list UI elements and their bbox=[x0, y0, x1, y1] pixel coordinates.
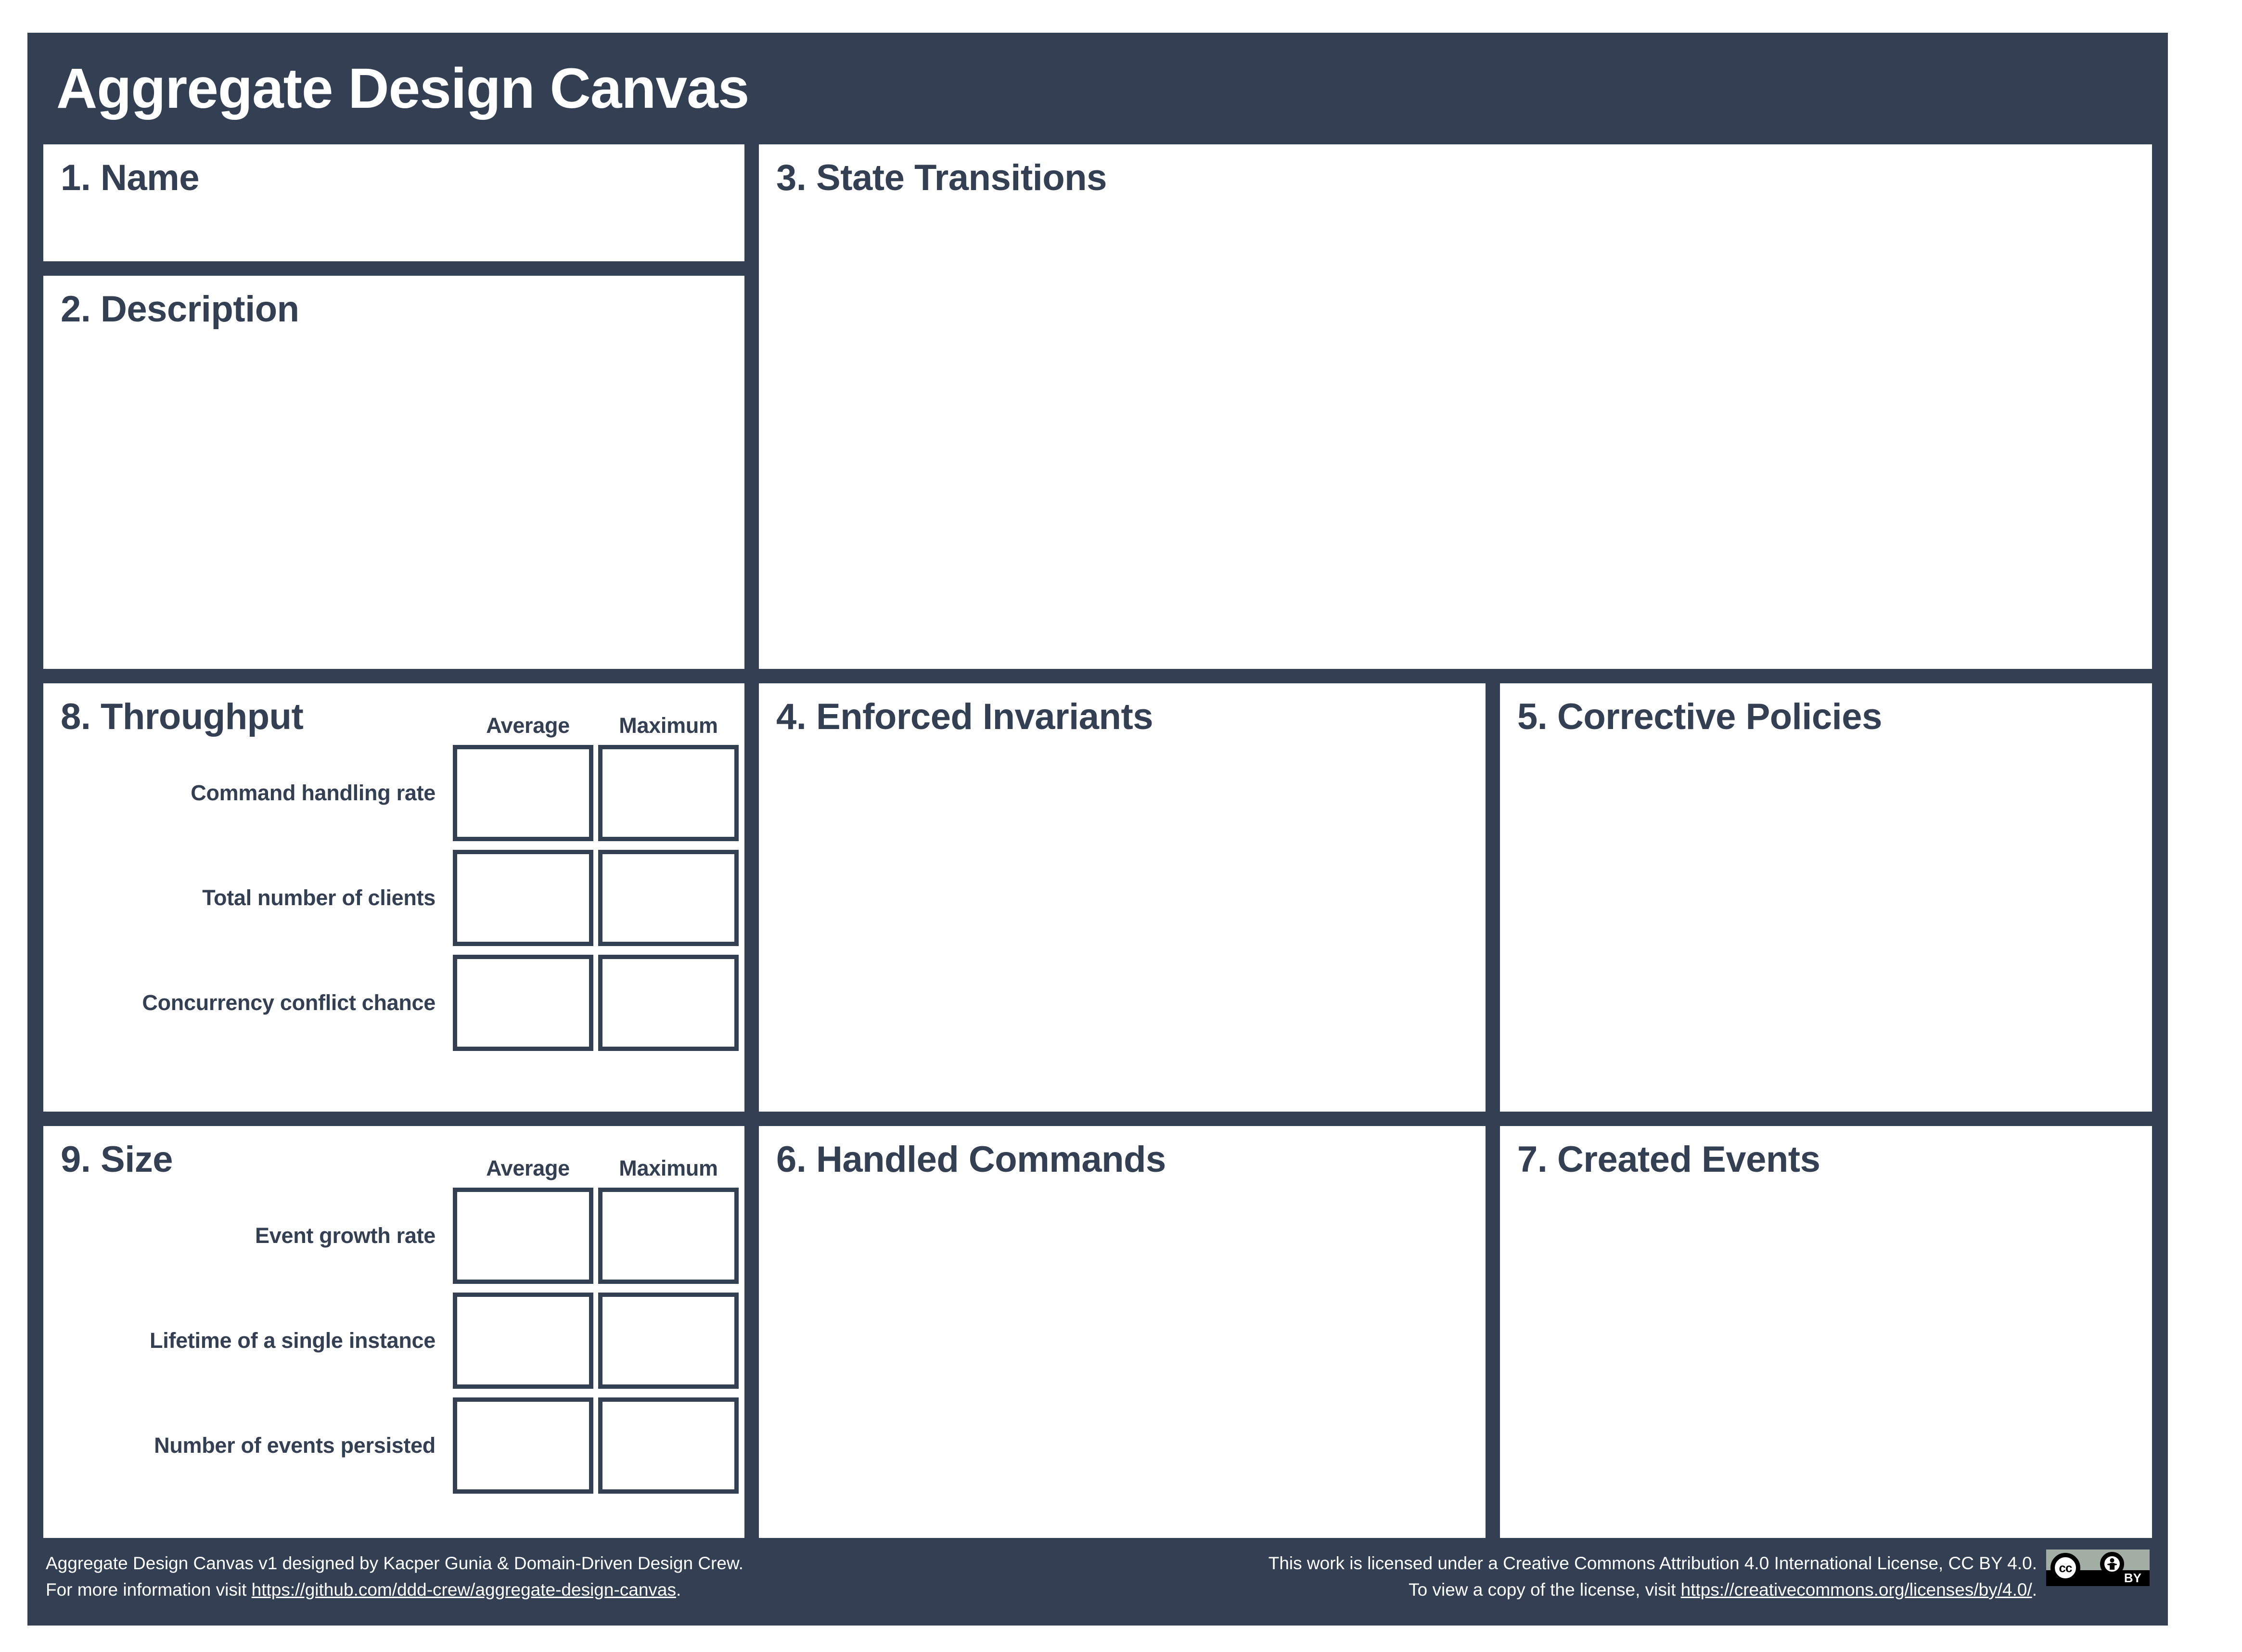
creative-commons-link[interactable]: https://creativecommons.org/licenses/by/… bbox=[1681, 1580, 2032, 1600]
size-column-headers: Average Maximum bbox=[113, 1156, 739, 1181]
panel-state-transitions-title: 3. State Transitions bbox=[776, 157, 1107, 198]
size-input-0-average[interactable] bbox=[453, 1188, 593, 1284]
panel-description-title: 2. Description bbox=[61, 289, 299, 330]
table-row: Number of events persisted bbox=[113, 1397, 739, 1494]
table-row: Lifetime of a single instance bbox=[113, 1293, 739, 1389]
throughput-row-label-1: Total number of clients bbox=[202, 885, 436, 910]
table-row: Concurrency conflict chance bbox=[113, 955, 739, 1051]
size-input-1-maximum[interactable] bbox=[598, 1293, 739, 1389]
throughput-column-headers: Average Maximum bbox=[113, 713, 739, 738]
footer-attribution: Aggregate Design Canvas v1 designed by K… bbox=[46, 1550, 743, 1603]
github-link[interactable]: https://github.com/ddd-crew/aggregate-de… bbox=[252, 1580, 676, 1600]
panel-handled-commands[interactable]: 6. Handled Commands bbox=[759, 1126, 1486, 1538]
table-row: Event growth rate bbox=[113, 1188, 739, 1284]
throughput-table: Average Maximum Command handling rate To… bbox=[113, 713, 739, 1060]
footer-license-line1: This work is licensed under a Creative C… bbox=[1268, 1553, 2037, 1573]
panel-name[interactable]: 1. Name bbox=[43, 144, 744, 261]
size-input-1-average[interactable] bbox=[453, 1293, 593, 1389]
throughput-row-label-2: Concurrency conflict chance bbox=[142, 990, 436, 1015]
table-row: Command handling rate bbox=[113, 745, 739, 841]
canvas-footer: Aggregate Design Canvas v1 designed by K… bbox=[27, 1538, 2168, 1626]
canvas-title-bar: Aggregate Design Canvas bbox=[27, 33, 2168, 144]
size-table: Average Maximum Event growth rate Lifeti… bbox=[113, 1156, 739, 1502]
aggregate-design-canvas: Aggregate Design Canvas 1. Name 2. Descr… bbox=[27, 33, 2168, 1626]
throughput-input-0-average[interactable] bbox=[453, 745, 593, 841]
size-input-0-maximum[interactable] bbox=[598, 1188, 739, 1284]
footer-license-prefix: To view a copy of the license, visit bbox=[1409, 1579, 1681, 1600]
badge-by-label: BY bbox=[2124, 1571, 2141, 1585]
throughput-input-1-maximum[interactable] bbox=[598, 850, 739, 946]
footer-attribution-suffix: . bbox=[676, 1579, 681, 1600]
panel-created-events-title: 7. Created Events bbox=[1517, 1139, 1820, 1180]
table-row: Total number of clients bbox=[113, 850, 739, 946]
panel-handled-commands-title: 6. Handled Commands bbox=[776, 1139, 1166, 1180]
throughput-input-2-maximum[interactable] bbox=[598, 955, 739, 1051]
cc-logo-icon: cc bbox=[2050, 1553, 2080, 1583]
panel-throughput[interactable]: 8. Throughput Average Maximum Command ha… bbox=[43, 683, 744, 1112]
size-row-label-1: Lifetime of a single instance bbox=[150, 1328, 436, 1353]
panel-corrective-policies-title: 5. Corrective Policies bbox=[1517, 696, 1882, 737]
footer-license: This work is licensed under a Creative C… bbox=[1268, 1550, 2037, 1603]
size-input-2-average[interactable] bbox=[453, 1397, 593, 1494]
footer-attribution-line1: Aggregate Design Canvas v1 designed by K… bbox=[46, 1553, 743, 1573]
size-column-average: Average bbox=[486, 1156, 570, 1180]
throughput-input-1-average[interactable] bbox=[453, 850, 593, 946]
panel-state-transitions[interactable]: 3. State Transitions bbox=[759, 144, 2152, 669]
page-title: Aggregate Design Canvas bbox=[56, 57, 749, 120]
panel-size[interactable]: 9. Size Average Maximum Event growth rat… bbox=[43, 1126, 744, 1538]
person-body-shape bbox=[2110, 1563, 2114, 1570]
footer-attribution-line2: For more information visit https://githu… bbox=[46, 1577, 743, 1603]
throughput-column-maximum: Maximum bbox=[619, 713, 718, 738]
cc-glyph-label: cc bbox=[2059, 1560, 2073, 1575]
creative-commons-badge[interactable]: BY cc bbox=[2046, 1550, 2150, 1586]
panel-name-title: 1. Name bbox=[61, 157, 200, 198]
panel-description[interactable]: 2. Description bbox=[43, 276, 744, 669]
size-row-label-2: Number of events persisted bbox=[154, 1433, 436, 1458]
panel-enforced-invariants-title: 4. Enforced Invariants bbox=[776, 696, 1153, 737]
attribution-person-icon bbox=[2100, 1552, 2124, 1576]
throughput-input-0-maximum[interactable] bbox=[598, 745, 739, 841]
throughput-row-label-0: Command handling rate bbox=[191, 781, 436, 805]
size-row-label-0: Event growth rate bbox=[255, 1223, 436, 1248]
footer-attribution-prefix: For more information visit bbox=[46, 1579, 252, 1600]
panel-enforced-invariants[interactable]: 4. Enforced Invariants bbox=[759, 683, 1486, 1112]
throughput-column-average: Average bbox=[486, 713, 570, 738]
size-column-maximum: Maximum bbox=[619, 1156, 718, 1180]
panel-corrective-policies[interactable]: 5. Corrective Policies bbox=[1500, 683, 2152, 1112]
person-head-shape bbox=[2110, 1558, 2114, 1563]
footer-license-suffix: . bbox=[2032, 1579, 2037, 1600]
footer-license-line2: To view a copy of the license, visit htt… bbox=[1268, 1577, 2037, 1603]
size-input-2-maximum[interactable] bbox=[598, 1397, 739, 1494]
throughput-input-2-average[interactable] bbox=[453, 955, 593, 1051]
panel-created-events[interactable]: 7. Created Events bbox=[1500, 1126, 2152, 1538]
canvas-grid: 1. Name 2. Description 3. State Transiti… bbox=[43, 144, 2152, 1538]
